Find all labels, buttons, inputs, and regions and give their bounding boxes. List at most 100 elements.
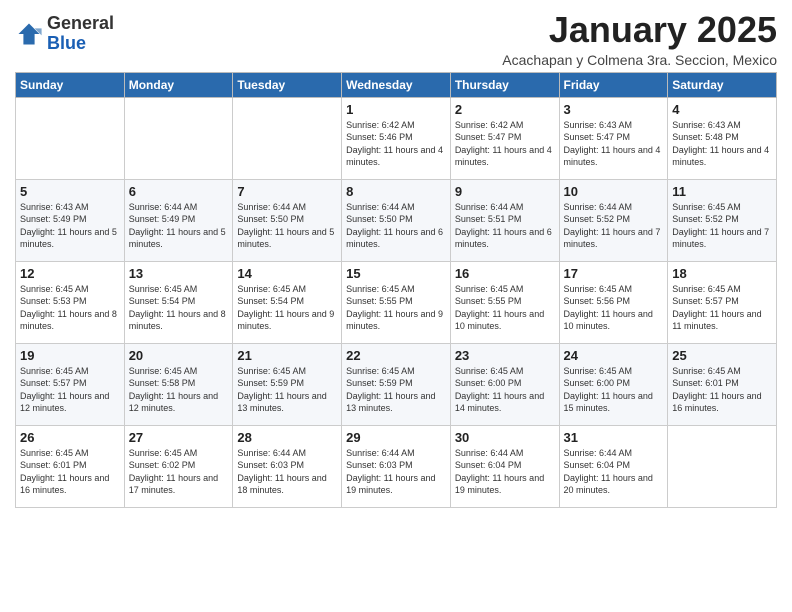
- day-cell: 7 Sunrise: 6:44 AMSunset: 5:50 PMDaylight…: [233, 179, 342, 261]
- day-cell: 16 Sunrise: 6:45 AMSunset: 5:55 PMDayligh…: [450, 261, 559, 343]
- week-row-3: 12 Sunrise: 6:45 AMSunset: 5:53 PMDayligh…: [16, 261, 777, 343]
- day-info: Sunrise: 6:45 AMSunset: 5:59 PMDaylight:…: [346, 365, 446, 415]
- col-header-tuesday: Tuesday: [233, 72, 342, 97]
- day-info: Sunrise: 6:45 AMSunset: 5:52 PMDaylight:…: [672, 201, 772, 251]
- week-row-4: 19Sunrise: 6:45 AMSunset: 5:57 PMDayligh…: [16, 343, 777, 425]
- day-number: 10: [564, 184, 664, 199]
- day-cell: 8Sunrise: 6:44 AMSunset: 5:50 PMDaylight…: [342, 179, 451, 261]
- day-info: Sunrise: 6:44 AMSunset: 6:03 PMDaylight:…: [237, 447, 337, 497]
- day-number: 2: [455, 102, 555, 117]
- header: General Blue January 2025 Acachapan y Co…: [15, 10, 777, 68]
- day-cell: 29Sunrise: 6:44 AMSunset: 6:03 PMDayligh…: [342, 425, 451, 507]
- day-cell: 28 Sunrise: 6:44 AMSunset: 6:03 PMDayligh…: [233, 425, 342, 507]
- week-row-1: 1 Sunrise: 6:42 AMSunset: 5:46 PMDaylight…: [16, 97, 777, 179]
- day-info: Sunrise: 6:45 AMSunset: 6:01 PMDaylight:…: [20, 447, 120, 497]
- day-number: 29: [346, 430, 446, 445]
- day-number: 17: [564, 266, 664, 281]
- day-info: Sunrise: 6:44 AMSunset: 5:50 PMDaylight:…: [237, 201, 337, 251]
- day-cell: 30 Sunrise: 6:44 AMSunset: 6:04 PMDayligh…: [450, 425, 559, 507]
- day-cell: 3 Sunrise: 6:43 AMSunset: 5:47 PMDaylight…: [559, 97, 668, 179]
- day-info: Sunrise: 6:43 AMSunset: 5:49 PMDaylight:…: [20, 201, 120, 251]
- day-info: Sunrise: 6:43 AMSunset: 5:48 PMDaylight:…: [672, 119, 772, 169]
- day-info: Sunrise: 6:45 AMSunset: 5:54 PMDaylight:…: [237, 283, 337, 333]
- day-number: 11: [672, 184, 772, 199]
- day-number: 7: [237, 184, 337, 199]
- day-number: 3: [564, 102, 664, 117]
- day-number: 18: [672, 266, 772, 281]
- week-row-5: 26Sunrise: 6:45 AMSunset: 6:01 PMDayligh…: [16, 425, 777, 507]
- day-number: 12: [20, 266, 120, 281]
- title-block: January 2025 Acachapan y Colmena 3ra. Se…: [502, 10, 777, 68]
- day-info: Sunrise: 6:44 AMSunset: 6:04 PMDaylight:…: [564, 447, 664, 497]
- day-number: 25: [672, 348, 772, 363]
- day-number: 1: [346, 102, 446, 117]
- day-number: 23: [455, 348, 555, 363]
- col-header-monday: Monday: [124, 72, 233, 97]
- day-info: Sunrise: 6:42 AMSunset: 5:46 PMDaylight:…: [346, 119, 446, 169]
- day-info: Sunrise: 6:45 AMSunset: 6:00 PMDaylight:…: [564, 365, 664, 415]
- day-cell: 23Sunrise: 6:45 AMSunset: 6:00 PMDayligh…: [450, 343, 559, 425]
- day-info: Sunrise: 6:45 AMSunset: 5:56 PMDaylight:…: [564, 283, 664, 333]
- day-cell: 17 Sunrise: 6:45 AMSunset: 5:56 PMDayligh…: [559, 261, 668, 343]
- day-cell: [124, 97, 233, 179]
- month-title: January 2025: [502, 10, 777, 50]
- day-info: Sunrise: 6:45 AMSunset: 5:55 PMDaylight:…: [346, 283, 446, 333]
- col-header-wednesday: Wednesday: [342, 72, 451, 97]
- day-info: Sunrise: 6:44 AMSunset: 5:52 PMDaylight:…: [564, 201, 664, 251]
- day-cell: 20 Sunrise: 6:45 AMSunset: 5:58 PMDayligh…: [124, 343, 233, 425]
- day-info: Sunrise: 6:43 AMSunset: 5:47 PMDaylight:…: [564, 119, 664, 169]
- day-info: Sunrise: 6:42 AMSunset: 5:47 PMDaylight:…: [455, 119, 555, 169]
- day-info: Sunrise: 6:45 AMSunset: 6:01 PMDaylight:…: [672, 365, 772, 415]
- day-number: 5: [20, 184, 120, 199]
- day-cell: [16, 97, 125, 179]
- day-cell: 18 Sunrise: 6:45 AMSunset: 5:57 PMDayligh…: [668, 261, 777, 343]
- page: General Blue January 2025 Acachapan y Co…: [0, 0, 792, 612]
- day-number: 27: [129, 430, 229, 445]
- day-cell: 9 Sunrise: 6:44 AMSunset: 5:51 PMDaylight…: [450, 179, 559, 261]
- day-number: 20: [129, 348, 229, 363]
- logo: General Blue: [15, 14, 114, 54]
- day-cell: 2 Sunrise: 6:42 AMSunset: 5:47 PMDaylight…: [450, 97, 559, 179]
- day-number: 31: [564, 430, 664, 445]
- day-info: Sunrise: 6:45 AMSunset: 5:53 PMDaylight:…: [20, 283, 120, 333]
- day-info: Sunrise: 6:45 AMSunset: 5:55 PMDaylight:…: [455, 283, 555, 333]
- day-cell: 31 Sunrise: 6:44 AMSunset: 6:04 PMDayligh…: [559, 425, 668, 507]
- day-info: Sunrise: 6:45 AMSunset: 6:02 PMDaylight:…: [129, 447, 229, 497]
- week-row-2: 5 Sunrise: 6:43 AMSunset: 5:49 PMDaylight…: [16, 179, 777, 261]
- col-header-friday: Friday: [559, 72, 668, 97]
- day-cell: 27 Sunrise: 6:45 AMSunset: 6:02 PMDayligh…: [124, 425, 233, 507]
- day-info: Sunrise: 6:44 AMSunset: 6:04 PMDaylight:…: [455, 447, 555, 497]
- logo-text: General Blue: [47, 14, 114, 54]
- day-number: 13: [129, 266, 229, 281]
- day-info: Sunrise: 6:44 AMSunset: 5:49 PMDaylight:…: [129, 201, 229, 251]
- day-number: 21: [237, 348, 337, 363]
- day-number: 24: [564, 348, 664, 363]
- day-number: 8: [346, 184, 446, 199]
- day-cell: 11 Sunrise: 6:45 AMSunset: 5:52 PMDayligh…: [668, 179, 777, 261]
- day-number: 28: [237, 430, 337, 445]
- logo-icon: [15, 20, 43, 48]
- day-cell: 5 Sunrise: 6:43 AMSunset: 5:49 PMDaylight…: [16, 179, 125, 261]
- day-info: Sunrise: 6:44 AMSunset: 5:51 PMDaylight:…: [455, 201, 555, 251]
- day-number: 16: [455, 266, 555, 281]
- day-cell: 26Sunrise: 6:45 AMSunset: 6:01 PMDayligh…: [16, 425, 125, 507]
- logo-blue: Blue: [47, 34, 114, 54]
- header-row: SundayMondayTuesdayWednesdayThursdayFrid…: [16, 72, 777, 97]
- day-number: 15: [346, 266, 446, 281]
- day-number: 6: [129, 184, 229, 199]
- day-info: Sunrise: 6:45 AMSunset: 5:57 PMDaylight:…: [672, 283, 772, 333]
- day-number: 9: [455, 184, 555, 199]
- day-number: 22: [346, 348, 446, 363]
- day-number: 14: [237, 266, 337, 281]
- day-cell: 19Sunrise: 6:45 AMSunset: 5:57 PMDayligh…: [16, 343, 125, 425]
- subtitle: Acachapan y Colmena 3ra. Seccion, Mexico: [502, 52, 777, 68]
- day-cell: 21 Sunrise: 6:45 AMSunset: 5:59 PMDayligh…: [233, 343, 342, 425]
- day-cell: 24 Sunrise: 6:45 AMSunset: 6:00 PMDayligh…: [559, 343, 668, 425]
- day-info: Sunrise: 6:45 AMSunset: 5:59 PMDaylight:…: [237, 365, 337, 415]
- day-number: 30: [455, 430, 555, 445]
- day-cell: 13 Sunrise: 6:45 AMSunset: 5:54 PMDayligh…: [124, 261, 233, 343]
- day-info: Sunrise: 6:45 AMSunset: 5:57 PMDaylight:…: [20, 365, 120, 415]
- day-cell: 14 Sunrise: 6:45 AMSunset: 5:54 PMDayligh…: [233, 261, 342, 343]
- day-info: Sunrise: 6:45 AMSunset: 5:58 PMDaylight:…: [129, 365, 229, 415]
- day-info: Sunrise: 6:45 AMSunset: 5:54 PMDaylight:…: [129, 283, 229, 333]
